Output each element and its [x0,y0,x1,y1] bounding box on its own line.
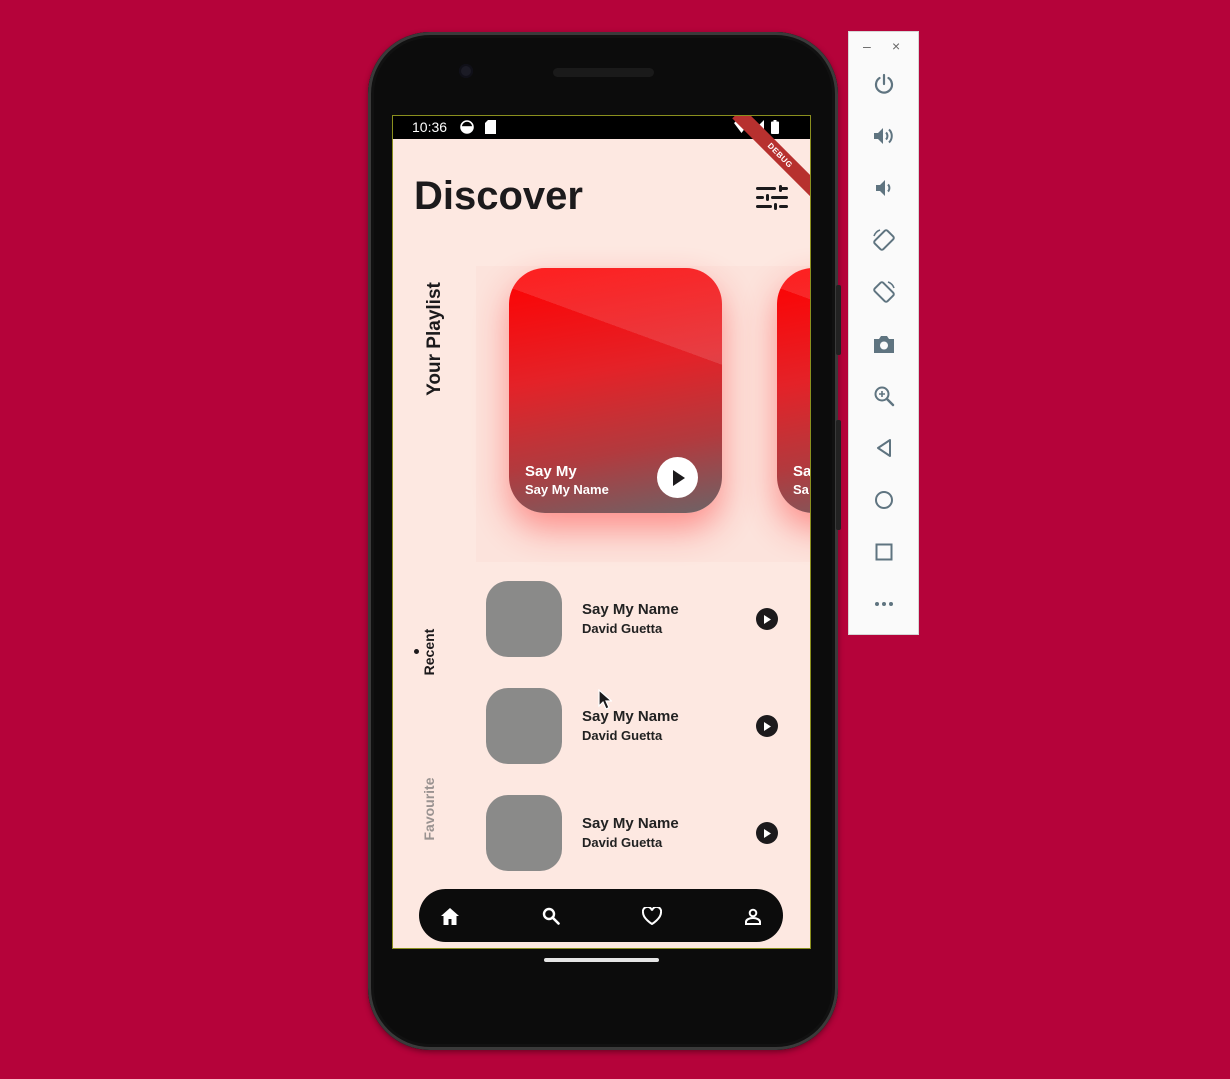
sync-icon [460,120,474,134]
song-artist: David Guetta [582,728,663,743]
song-thumbnail [486,581,562,657]
overview-button[interactable] [870,538,898,566]
playlist-card-title: Say My [525,463,577,480]
song-title: Say My Name [582,815,679,832]
more-button[interactable] [870,590,898,618]
minimize-button[interactable]: – [863,38,871,54]
emulator-toolbar: – × [849,32,918,634]
tab-recent[interactable]: Recent [421,612,437,692]
playlist-card-subtitle: Sa [793,482,809,497]
play-button[interactable] [756,822,778,844]
nav-favourites[interactable] [641,905,663,927]
power-icon [874,73,894,94]
playlist-carousel[interactable]: Say My Say My Name Sa Sa [476,266,810,562]
song-thumbnail [486,688,562,764]
song-artist: David Guetta [582,621,663,636]
power-side-button [836,285,841,355]
rotate-right-icon [873,281,895,303]
bottom-navigation [419,889,783,942]
zoom-button[interactable] [870,382,898,410]
volume-up-icon [874,128,893,144]
nav-profile[interactable] [742,905,764,927]
app-screen: 10:36 DEBUG Discover Your Playlist Say M… [393,116,810,948]
overview-icon [875,543,893,561]
nav-search[interactable] [540,905,562,927]
playlist-section-label: Your Playlist [424,282,445,396]
filter-sliders-icon[interactable] [756,185,788,211]
earpiece-speaker [553,68,654,77]
home-circle-icon [875,491,893,509]
status-time: 10:36 [412,119,448,135]
screenshot-button[interactable] [870,330,898,358]
volume-down-button[interactable] [870,174,898,202]
more-icon [875,602,893,606]
playlist-card-subtitle: Say My Name [525,482,609,497]
battery-icon [771,120,779,134]
back-button[interactable] [870,434,898,462]
song-thumbnail [486,795,562,871]
list-item[interactable]: Say My Name David Guetta [486,688,796,764]
active-tab-indicator [414,649,419,654]
front-camera [459,64,473,78]
power-button[interactable] [870,70,898,98]
play-button[interactable] [756,608,778,630]
song-title: Say My Name [582,708,679,725]
tab-favourite[interactable]: Favourite [421,759,437,859]
play-icon [672,469,685,486]
volume-up-button[interactable] [870,122,898,150]
play-icon [764,721,771,731]
song-title: Say My Name [582,601,679,618]
play-icon [764,614,771,624]
playlist-card-title: Sa [793,463,810,480]
play-icon [764,828,771,838]
heart-icon [642,907,662,925]
play-button[interactable] [756,715,778,737]
back-icon [877,439,891,457]
zoom-icon [874,386,895,407]
gesture-bar [544,958,659,962]
playlist-card[interactable]: Say My Say My Name [509,268,722,513]
close-button[interactable]: × [892,38,900,54]
volume-side-button [836,420,841,530]
playlist-card[interactable]: Sa Sa [777,268,810,513]
search-icon [542,907,560,925]
page-title: Discover [414,174,583,218]
play-button[interactable] [657,457,698,498]
list-item[interactable]: Say My Name David Guetta [486,581,796,657]
list-item[interactable]: Say My Name David Guetta [486,795,796,871]
rotate-left-button[interactable] [870,226,898,254]
home-button[interactable] [870,486,898,514]
sd-card-icon [485,120,496,134]
mouse-cursor-icon [598,689,612,710]
rotate-right-button[interactable] [870,278,898,306]
nav-home[interactable] [439,905,461,927]
camera-icon [874,336,894,353]
song-artist: David Guetta [582,835,663,850]
profile-icon [745,908,761,925]
home-icon [441,907,459,925]
rotate-left-icon [873,229,895,251]
volume-down-icon [876,180,891,196]
